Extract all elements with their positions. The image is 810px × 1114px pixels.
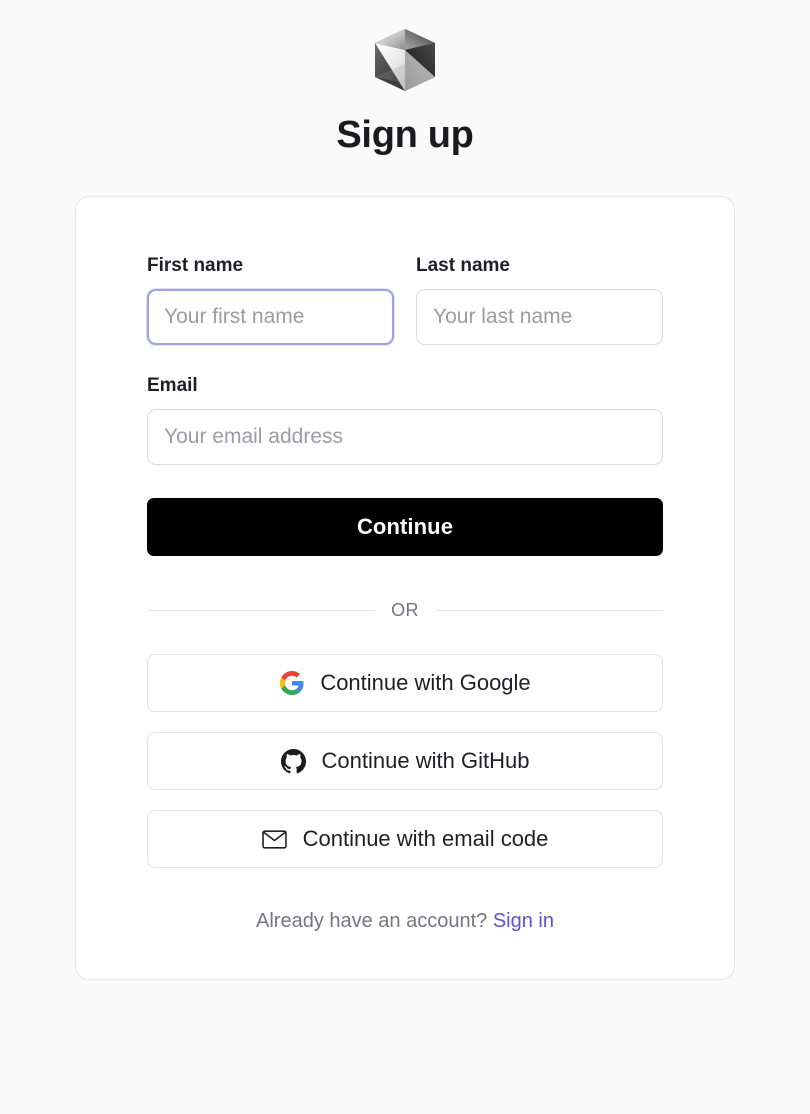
name-row: First name Last name <box>147 255 663 345</box>
footer-prompt: Already have an account? <box>256 910 488 932</box>
last-name-field-group: Last name <box>416 255 663 345</box>
or-divider: OR <box>147 600 663 621</box>
card-footer: Already have an account? Sign in <box>147 910 663 933</box>
last-name-label: Last name <box>416 255 510 276</box>
continue-with-google-button[interactable]: Continue with Google <box>147 654 663 712</box>
continue-with-github-label: Continue with GitHub <box>321 748 530 773</box>
first-name-field-group: First name <box>147 255 394 345</box>
divider-line-left <box>147 610 376 611</box>
first-name-input[interactable] <box>147 289 394 345</box>
email-label: Email <box>147 375 198 396</box>
signup-page: Sign up First name Last name Email Conti… <box>0 0 810 1114</box>
continue-with-email-code-button[interactable]: Continue with email code <box>147 810 663 868</box>
continue-with-github-button[interactable]: Continue with GitHub <box>147 732 663 790</box>
divider-line-right <box>434 610 663 611</box>
email-field-group: Email <box>147 375 663 465</box>
sign-in-link[interactable]: Sign in <box>493 910 554 932</box>
continue-button[interactable]: Continue <box>147 498 663 556</box>
google-g-icon <box>279 670 305 696</box>
github-mark-icon <box>281 748 307 774</box>
divider-label: OR <box>391 600 419 620</box>
signup-card: First name Last name Email Continue OR <box>75 196 735 980</box>
last-name-input[interactable] <box>416 289 663 345</box>
social-provider-list: Continue with Google Continue with GitHu… <box>147 654 663 868</box>
envelope-icon <box>262 826 288 852</box>
email-input[interactable] <box>147 409 663 465</box>
first-name-label: First name <box>147 255 244 276</box>
cube-logo-icon <box>375 29 435 91</box>
page-title: Sign up <box>336 114 474 156</box>
continue-with-email-code-label: Continue with email code <box>302 826 549 851</box>
continue-with-google-label: Continue with Google <box>320 670 531 695</box>
